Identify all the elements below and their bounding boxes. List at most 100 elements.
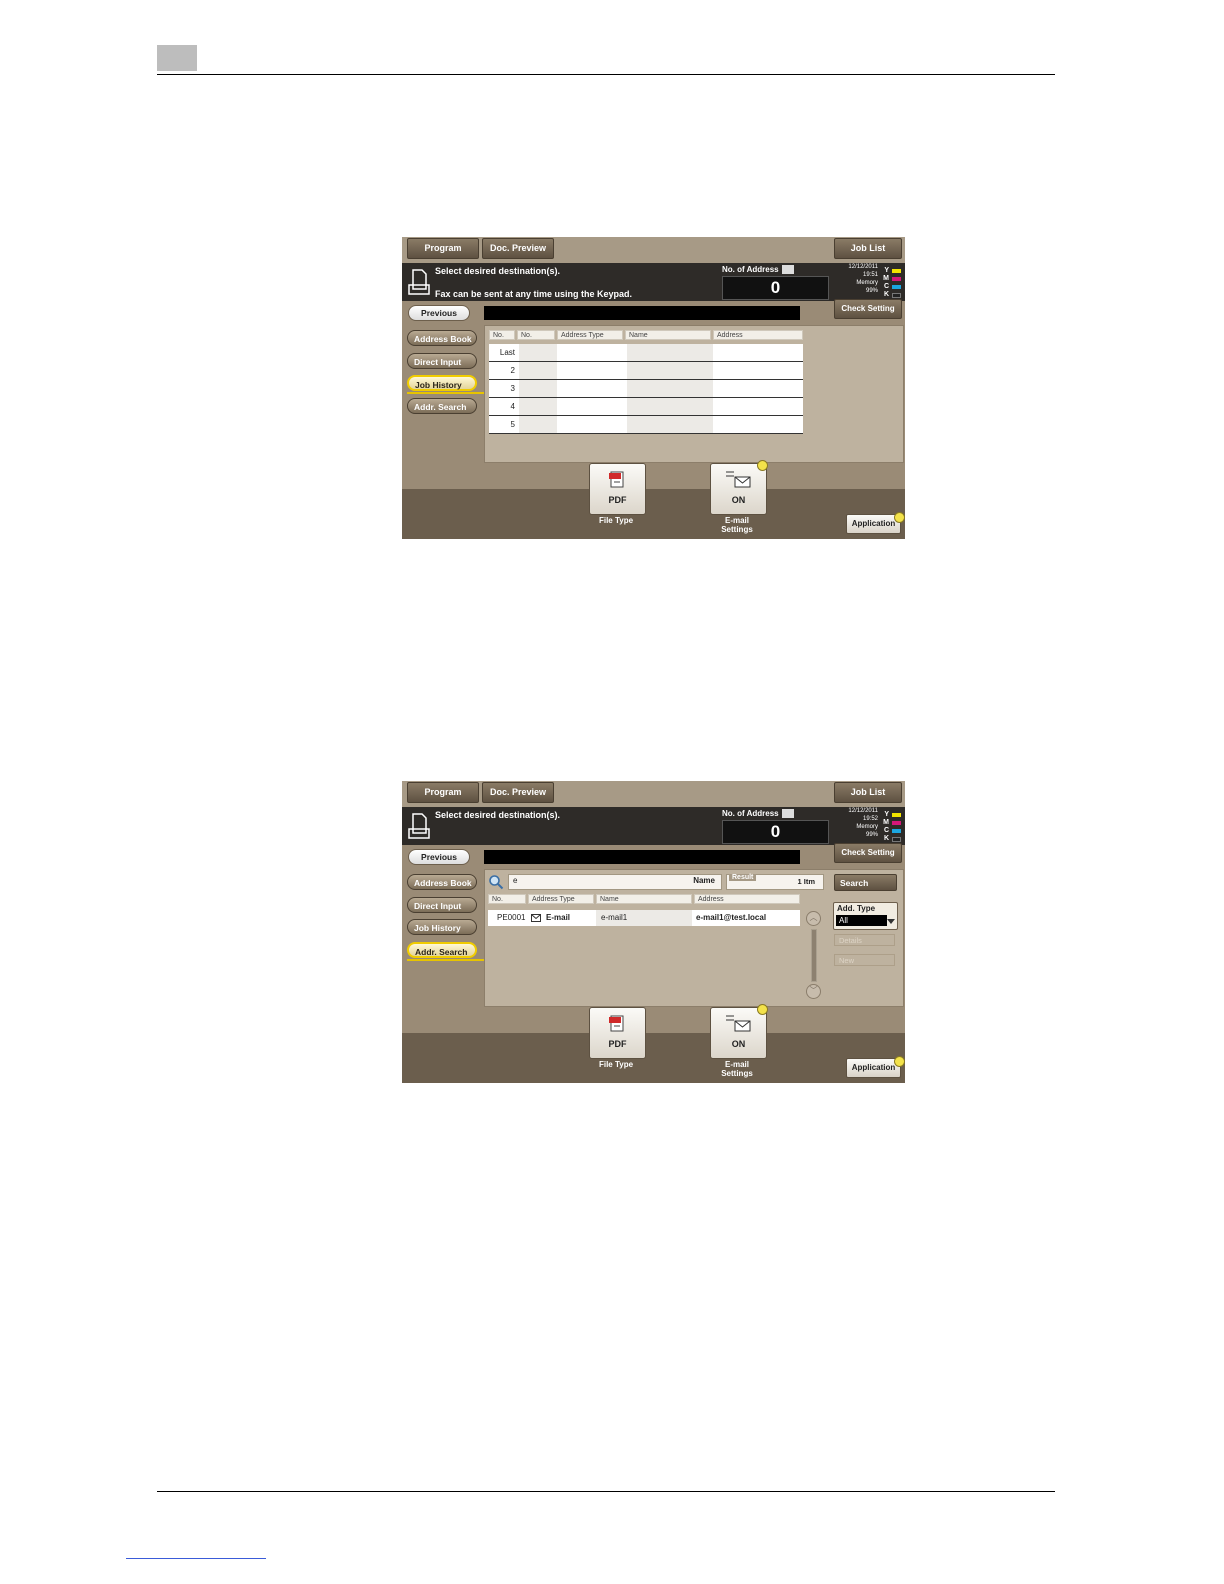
file-type-value: PDF [608,495,627,505]
instruction-text: Select desired destination(s). [435,266,561,276]
program-button[interactable]: Program [407,238,479,259]
address-type-label: Add. Type [837,904,876,913]
column-header-name: Name [625,330,711,340]
toner-label-k: K [883,835,889,842]
previous-button[interactable]: Previous [408,849,470,865]
toner-magenta-icon [892,821,901,825]
details-button[interactable]: Details [834,934,895,946]
search-button[interactable]: Search [834,874,897,891]
sidebar-item-direct-input[interactable]: Direct Input [407,897,477,913]
previous-button[interactable]: Previous [408,305,470,321]
header-rule [157,74,1055,75]
active-tab-indicator [407,392,485,394]
chevron-down-icon [887,919,895,924]
toner-yellow-icon [892,269,901,273]
row-address-type: E-mail [546,913,571,922]
message-bar: Select desired destination(s). No. of Ad… [402,807,905,845]
row-no: PE0001 [497,913,526,922]
file-type-button[interactable]: PDF [589,463,646,515]
sidebar-item-direct-input[interactable]: Direct Input [407,353,477,369]
cell [627,344,713,361]
status-panel: 12/12/2011 19:51 Memory 99% Y M C K [832,264,904,299]
column-header-address-type: Address Type [528,894,594,904]
address-count-value: 0 [722,820,829,844]
table-row[interactable]: 4 [489,398,803,416]
instruction-text: Select desired destination(s). [435,810,561,820]
status-date: 12/12/2011 [848,808,878,814]
search-input[interactable]: e Name [508,874,722,890]
row-number: 3 [510,384,515,393]
address-count-label: No. of Address [722,265,779,274]
program-button[interactable]: Program [407,782,479,803]
address-list-icon [782,809,794,818]
table-row[interactable]: 2 [489,362,803,380]
panel-screenshot-job-history: Program Doc. Preview Job List Select des… [402,237,905,539]
cell [627,416,713,433]
toner-label-y: Y [884,267,889,274]
cell [519,362,557,379]
table-row[interactable]: PE0001 E-mail e-mail1 e-mail1@test.local [488,910,800,926]
check-setting-button[interactable]: Check Setting [834,843,902,863]
memory-label: Memory [856,824,878,830]
email-settings-button[interactable]: ON [710,1007,767,1059]
application-button[interactable]: Application [846,1058,901,1078]
table-row[interactable]: 3 [489,380,803,398]
destination-display-bar [484,850,800,864]
address-count-value: 0 [722,276,829,300]
email-envelope-icon [726,1015,751,1032]
status-time: 19:52 [862,816,878,822]
result-box: Result 1 Itm [726,874,824,890]
panel-screenshot-addr-search: Program Doc. Preview Job List Select des… [402,781,905,1083]
memory-label: Memory [856,280,878,286]
doc-preview-button[interactable]: Doc. Preview [482,782,554,803]
check-setting-button[interactable]: Check Setting [834,299,902,319]
column-header-name: Name [596,894,692,904]
function-bar [402,1033,905,1083]
table-row[interactable]: 5 [489,416,803,434]
address-list-icon [782,265,794,274]
scrollbar[interactable] [811,929,817,982]
file-type-button[interactable]: PDF [589,1007,646,1059]
fax-document-icon [408,269,430,295]
row-number: 2 [510,366,515,375]
cell [519,344,557,361]
active-tab-indicator [407,959,485,961]
toner-cyan-icon [892,829,901,833]
toner-label-c: C [883,827,889,834]
table-row[interactable]: Last [489,344,803,362]
sidebar-item-job-history[interactable]: Job History [407,919,477,935]
address-count-label: No. of Address [722,809,779,818]
new-button[interactable]: New [834,954,895,966]
address-type-select[interactable]: Add. Type All [833,902,898,930]
sidebar-item-address-book[interactable]: Address Book [407,874,477,890]
toner-label-m: M [883,819,889,826]
memory-value: 99% [865,832,878,838]
keypad-hint-text: Fax can be sent at any time using the Ke… [435,289,633,299]
sidebar-item-addr-search[interactable]: Addr. Search [407,398,477,414]
status-panel: 12/12/2011 19:52 Memory 99% Y M C K [832,808,904,843]
cell [519,380,557,397]
function-bar [402,489,905,539]
setting-changed-indicator [757,1004,768,1015]
pdf-file-icon [609,471,624,488]
cell [627,362,713,379]
footer-link-underline [126,1558,266,1559]
search-query: e [513,876,518,885]
sidebar-item-addr-search[interactable]: Addr. Search [407,942,477,958]
job-list-button[interactable]: Job List [834,782,902,803]
application-button[interactable]: Application [846,514,901,534]
application-indicator [894,512,905,523]
row-number: 5 [510,420,515,429]
sidebar-item-address-book[interactable]: Address Book [407,330,477,346]
column-header-address-type: Address Type [557,330,623,340]
scroll-up-icon[interactable]: ︿ [806,911,821,926]
email-envelope-icon [726,471,751,488]
setting-changed-indicator [757,460,768,471]
email-settings-value: ON [731,495,746,505]
scroll-down-icon[interactable]: ﹀ [806,984,821,999]
email-settings-button[interactable]: ON [710,463,767,515]
file-type-label: File Type [598,1060,634,1069]
job-list-button[interactable]: Job List [834,238,902,259]
doc-preview-button[interactable]: Doc. Preview [482,238,554,259]
sidebar-item-job-history[interactable]: Job History [407,375,477,391]
